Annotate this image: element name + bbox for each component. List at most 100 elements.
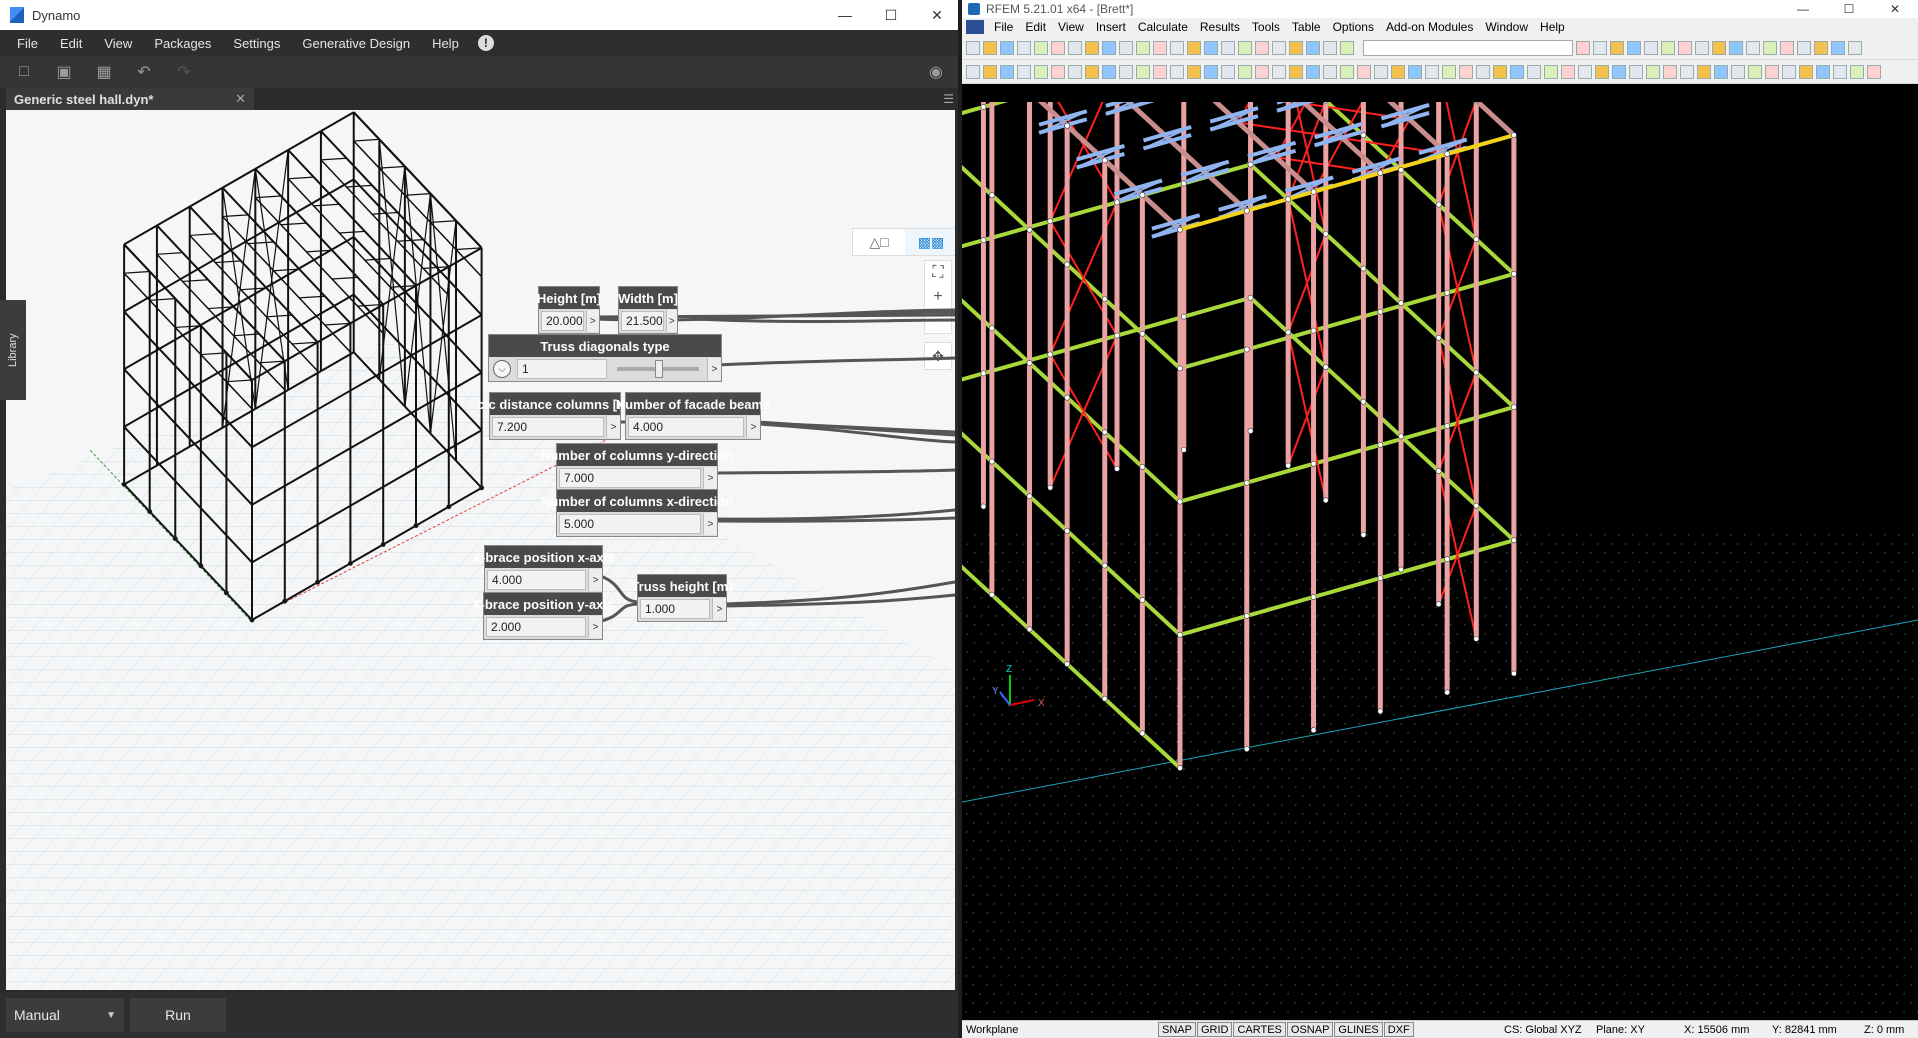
toolbar-tool-icon[interactable] [1000,40,1014,55]
toolbar-tool-icon[interactable] [1459,64,1473,79]
toolbar-tool-icon[interactable] [1476,64,1490,79]
toolbar-tool-icon[interactable] [1814,40,1828,55]
rfem-menu-file[interactable]: File [988,20,1019,34]
toolbar-tool-icon[interactable] [1323,64,1337,79]
toolbar-tool-icon[interactable] [1238,40,1252,55]
node-xbrace-x-value[interactable]: 4.000 [487,570,586,590]
toolbar-tool-icon[interactable] [1102,64,1116,79]
toolbar-tool-icon[interactable] [1119,40,1133,55]
node-truss-height[interactable]: Truss height [m] 1.000 > [631,574,733,622]
toolbar-tool-icon[interactable] [1729,40,1743,55]
node-facade-beams[interactable]: Number of facade beams 4.000 > [616,392,770,440]
node-ctc-distance[interactable]: ctc distance columns [m] 7.200 > [477,392,633,440]
undo-icon[interactable]: ↶ [132,61,156,83]
toolbar-tool-icon[interactable] [1272,40,1286,55]
snap-toggle[interactable]: SNAP [1158,1022,1196,1037]
toolbar-tool-icon[interactable] [1595,64,1609,79]
toolbar-tool-icon[interactable] [1204,40,1218,55]
toolbar-tool-icon[interactable] [1204,64,1218,79]
redo-icon[interactable]: ↷ [172,61,196,83]
toolbar-tool-icon[interactable] [1748,64,1762,79]
rfem-close-icon[interactable]: ✕ [1872,0,1918,18]
toolbar-tool-icon[interactable] [1763,40,1777,55]
node-width-value[interactable]: 21.500 [621,311,664,331]
toolbar-tool-icon[interactable] [1799,64,1813,79]
toolbar-tool-icon[interactable] [1255,40,1269,55]
doc-menu-icon[interactable] [966,20,984,34]
toolbar-tool-icon[interactable] [1102,40,1116,55]
node-truss-type-value[interactable]: 1 [517,359,607,379]
toolbar-tool-icon[interactable] [1510,64,1524,79]
toolbar-tool-icon[interactable] [1797,40,1811,55]
toolbar-tool-icon[interactable] [1187,64,1201,79]
toolbar-tool-icon[interactable] [1017,64,1031,79]
rfem-menu-tools[interactable]: Tools [1246,20,1286,34]
graph-view-icon[interactable]: △□ [853,229,905,255]
truss-type-slider[interactable] [617,360,699,378]
node-cols-x-value[interactable]: 5.000 [559,514,701,534]
toolbar-tool-icon[interactable] [1816,64,1830,79]
toolbar-tool-icon[interactable] [1136,40,1150,55]
rfem-menu-help[interactable]: Help [1534,20,1571,34]
cartes-toggle[interactable]: CARTES [1233,1022,1286,1037]
toolbar-tool-icon[interactable] [1746,40,1760,55]
rfem-menu-window[interactable]: Window [1479,20,1534,34]
rfem-menu-view[interactable]: View [1052,20,1090,34]
toolbar-tool-icon[interactable] [1833,64,1847,79]
toolbar-tool-icon[interactable] [1289,64,1303,79]
toolbar-tool-icon[interactable] [1576,40,1590,55]
toolbar-tool-icon[interactable] [1593,40,1607,55]
slider-knob[interactable] [654,360,663,378]
close-icon[interactable]: ✕ [914,0,960,30]
open-file-icon[interactable]: ▣ [52,61,76,83]
camera-icon[interactable]: ◉ [924,61,948,83]
toolbar-tool-icon[interactable] [1629,64,1643,79]
load-case-select[interactable] [1363,39,1573,56]
toolbar-tool-icon[interactable] [1323,40,1337,55]
toolbar-tool-icon[interactable] [1068,40,1082,55]
toolbar-tool-icon[interactable] [1544,64,1558,79]
toolbar-tool-icon[interactable] [1051,40,1065,55]
zoom-in-icon[interactable]: + [933,288,942,306]
node-cols-y-port[interactable]: > [703,467,717,489]
rfem-maximize-icon[interactable]: ☐ [1826,0,1872,18]
toolbar-tool-icon[interactable] [1646,64,1660,79]
menu-view[interactable]: View [93,36,143,51]
grid-toggle[interactable]: GRID [1196,1022,1233,1037]
toolbar-tool-icon[interactable] [983,64,997,79]
toolbar-tool-icon[interactable] [966,64,980,79]
rfem-minimize-icon[interactable]: — [1780,0,1826,18]
node-xbrace-y[interactable]: X-brace position y-axis 2.000 > [472,592,614,640]
toolbar-tool-icon[interactable] [966,40,980,55]
toolbar-tool-icon[interactable] [1034,64,1048,79]
menu-generative-design[interactable]: Generative Design [291,36,421,51]
toolbar-tool-icon[interactable] [1119,64,1133,79]
toolbar-tool-icon[interactable] [1340,64,1354,79]
node-height[interactable]: Height [m] 20.000 > [537,286,601,334]
menu-edit[interactable]: Edit [49,36,93,51]
toolbar-tool-icon[interactable] [1678,40,1692,55]
toolbar-tool-icon[interactable] [1170,64,1184,79]
toolbar-tool-icon[interactable] [1493,64,1507,79]
toolbar-tool-icon[interactable] [1238,64,1252,79]
tab-generic-steel-hall[interactable]: Generic steel hall.dyn* ✕ [6,88,254,110]
slider-expand-icon[interactable]: ⌵ [493,360,511,378]
toolbar-tool-icon[interactable] [1661,40,1675,55]
toolbar-tool-icon[interactable] [983,40,997,55]
toolbar-tool-icon[interactable] [1391,64,1405,79]
toolbar-tool-icon[interactable] [1765,64,1779,79]
geometry-view-icon[interactable]: ▩▩ [905,229,955,255]
node-xbrace-y-port[interactable]: > [588,616,602,638]
toolbar-tool-icon[interactable] [1695,40,1709,55]
toolbar-tool-icon[interactable] [1051,64,1065,79]
pan-icon[interactable]: ✥ [924,342,952,370]
node-height-port[interactable]: > [585,310,599,332]
toolbar-tool-icon[interactable] [1000,64,1014,79]
menu-packages[interactable]: Packages [143,36,222,51]
node-truss-diagonals-type[interactable]: Truss diagonals type ⌵ 1 > [488,334,722,382]
toolbar-tool-icon[interactable] [1357,64,1371,79]
toolbar-tool-icon[interactable] [1221,40,1235,55]
toolbar-tool-icon[interactable] [1153,64,1167,79]
toolbar-tool-icon[interactable] [1712,40,1726,55]
toolbar-tool-icon[interactable] [1780,40,1794,55]
